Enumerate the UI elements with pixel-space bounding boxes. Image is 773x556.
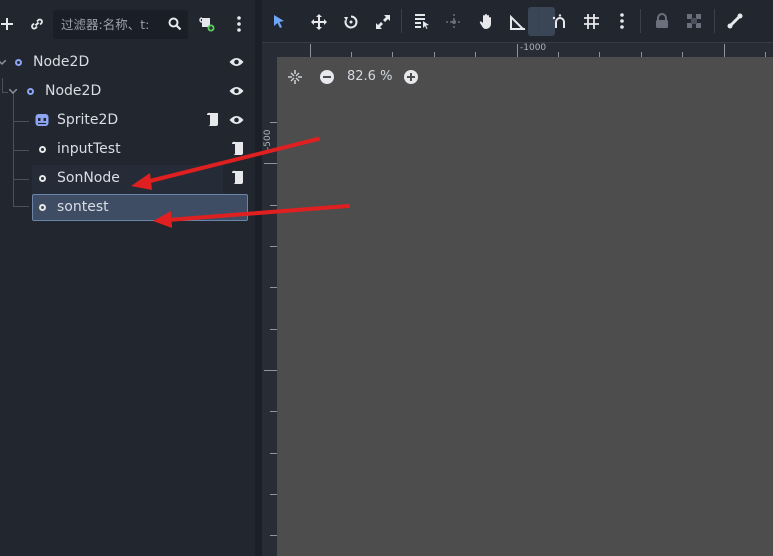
viewport-canvas[interactable]: [277, 57, 773, 556]
tree-item-label: inputTest: [57, 141, 121, 157]
node-icon: [39, 146, 46, 153]
ruler-label: -500: [263, 129, 273, 150]
zoom-level[interactable]: 82.6 %: [347, 69, 392, 84]
ruler-tick: [270, 122, 277, 123]
zoom-in-icon[interactable]: [403, 69, 419, 85]
script-icon[interactable]: [231, 141, 244, 157]
active-tool-highlight: [528, 7, 555, 36]
collapse-arrow-icon: [0, 60, 6, 66]
filter-box: [53, 10, 188, 39]
ruler-tick: [270, 494, 277, 495]
ruler-tick: [264, 370, 277, 371]
tree-item-label: Node2D: [33, 54, 90, 70]
visibility-eye-icon[interactable]: [229, 114, 244, 126]
plus-icon: [1, 18, 13, 30]
script-add-icon: [199, 17, 215, 32]
tree-item-label: sontest: [57, 199, 109, 215]
ruler-label: -1000: [520, 43, 547, 53]
ruler-tick: [270, 535, 277, 536]
select-mode-icon[interactable]: [272, 14, 286, 29]
script-icon[interactable]: [231, 170, 244, 186]
more-options-button[interactable]: [232, 14, 246, 34]
ruler-tick: [270, 453, 277, 454]
ruler-tick: [517, 44, 518, 57]
zoom-out-icon[interactable]: [319, 69, 335, 85]
list-select-icon[interactable]: [414, 13, 430, 30]
link-icon: [31, 18, 43, 30]
search-icon: [168, 17, 182, 31]
pan-mode-icon[interactable]: [479, 13, 495, 30]
sprite2d-icon: [35, 114, 49, 126]
scale-mode-icon[interactable]: [375, 14, 391, 30]
instance-scene-button[interactable]: [27, 14, 47, 34]
move-mode-icon[interactable]: [311, 14, 327, 30]
ruler-tick: [270, 205, 277, 206]
ruler-tick: [270, 411, 277, 412]
group-icon[interactable]: [686, 13, 702, 29]
ruler-tick: [724, 44, 725, 57]
tree-item-label: SonNode: [57, 170, 120, 186]
scene-toolbar: [0, 0, 255, 44]
tree-item-root-node2d[interactable]: Node2D: [0, 48, 255, 77]
tree-item-child-node2d[interactable]: Node2D: [0, 77, 255, 106]
ruler-tick: [270, 246, 277, 247]
skeleton-bone-icon[interactable]: [727, 13, 743, 29]
toolbar-separator: [538, 9, 539, 33]
toolbar-separator: [640, 9, 641, 33]
tree-item-sontest[interactable]: sontest: [0, 193, 255, 222]
kebab-menu-icon: [237, 16, 241, 32]
center-view-icon[interactable]: [288, 70, 302, 84]
dock-splitter[interactable]: [255, 0, 262, 556]
filter-input[interactable]: [53, 10, 163, 39]
node-icon: [39, 175, 46, 182]
scene-dock: Node2D Node2D Sprite2D inputTest: [0, 0, 255, 556]
tree-item-label: Node2D: [45, 83, 102, 99]
node2d-icon: [27, 88, 34, 95]
visibility-eye-icon[interactable]: [229, 85, 244, 97]
tree-item-sonnode[interactable]: SonNode: [0, 164, 255, 193]
toolbar-separator: [714, 9, 715, 33]
ruler-tick: [310, 44, 311, 57]
rotate-mode-icon[interactable]: [343, 14, 359, 30]
ruler-tick: [264, 163, 277, 164]
tree-item-label: Sprite2D: [57, 112, 119, 128]
smart-snap-icon[interactable]: [552, 14, 568, 30]
node-icon: [39, 204, 46, 211]
ruler-tick: [270, 329, 277, 330]
collapse-arrow-icon: [9, 89, 17, 95]
ruler-mode-icon[interactable]: [510, 14, 526, 30]
ruler-tick: [270, 287, 277, 288]
lock-icon[interactable]: [655, 13, 669, 29]
visibility-eye-icon[interactable]: [229, 56, 244, 68]
pivot-mode-icon[interactable]: [446, 14, 462, 30]
snap-options-icon[interactable]: [620, 13, 624, 29]
scene-tree: Node2D Node2D Sprite2D inputTest SonNode…: [0, 48, 255, 556]
script-icon[interactable]: [206, 112, 219, 128]
tree-item-inputtest[interactable]: inputTest: [0, 135, 255, 164]
attach-script-button[interactable]: [197, 14, 217, 34]
node2d-icon: [15, 59, 22, 66]
add-node-button[interactable]: [0, 14, 14, 34]
tree-item-sprite2d[interactable]: Sprite2D: [0, 106, 255, 135]
grid-snap-icon[interactable]: [583, 13, 600, 30]
toolbar-separator: [401, 9, 402, 33]
